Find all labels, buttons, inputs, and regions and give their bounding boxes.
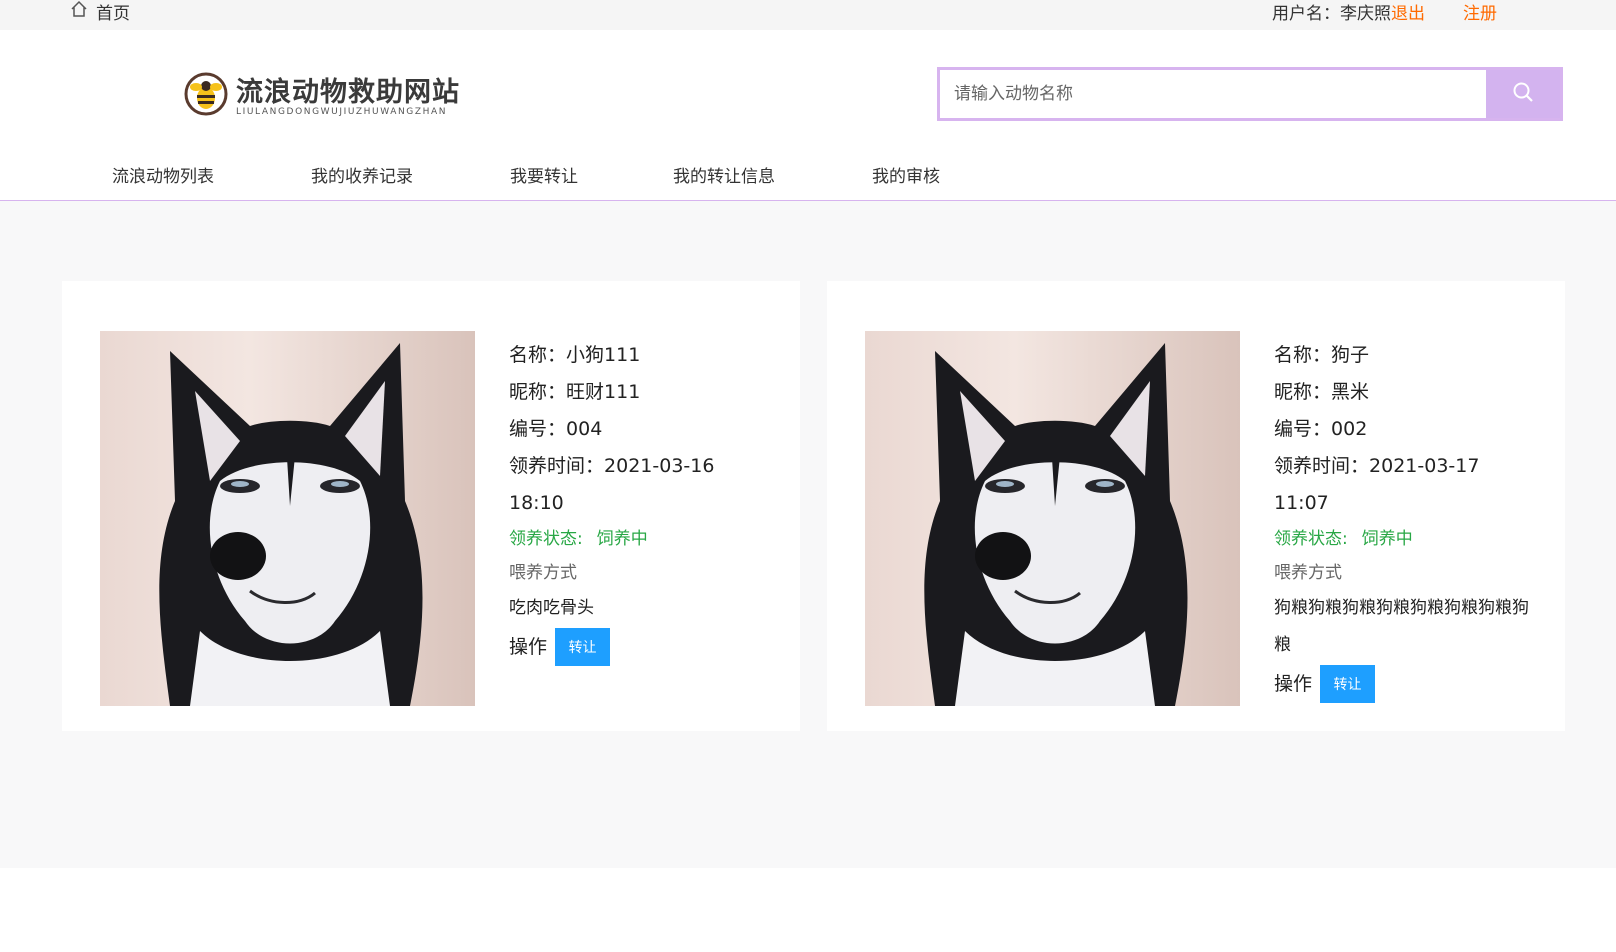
nickname-row: 昵称：黑米: [1274, 374, 1536, 411]
adopt-time-label: 领养时间：: [509, 455, 605, 477]
site-title: 流浪动物救助网站: [236, 77, 460, 108]
adopt-status-row: 领养状态: 饲养中: [509, 522, 771, 557]
operation-row: 操作 转让: [1274, 665, 1536, 703]
animal-photo: [100, 331, 475, 706]
animal-nickname: 旺财111: [566, 381, 641, 403]
main-nav: 流浪动物列表 我的收养记录 我要转让 我的转让信息 我的审核: [0, 162, 1616, 201]
name-row: 名称：狗子: [1274, 337, 1536, 374]
operation-label: 操作: [1274, 672, 1313, 695]
feed-method-label: 喂养方式: [1274, 563, 1342, 583]
site-subtitle: LIULANGDONGWUJIUZHUWANGZHAN: [236, 107, 448, 117]
name-label: 名称：: [1274, 344, 1332, 366]
nav-item-adoption-records[interactable]: 我的收养记录: [311, 162, 413, 187]
bee-logo-icon: [184, 72, 228, 116]
transfer-button[interactable]: 转让: [555, 628, 611, 666]
nav-item-my-transfers[interactable]: 我的转让信息: [673, 162, 775, 187]
transfer-button[interactable]: 转让: [1320, 665, 1376, 703]
logout-link[interactable]: 退出: [1391, 0, 1425, 24]
name-row: 名称：小狗111: [509, 337, 771, 374]
nickname-row: 昵称：旺财111: [509, 374, 771, 411]
animal-photo: [865, 331, 1240, 706]
animal-info: 名称：小狗111 昵称：旺财111 编号：004 领养时间：2021-03-16…: [509, 337, 771, 666]
home-label: 首页: [96, 3, 130, 24]
operation-row: 操作 转让: [509, 628, 771, 666]
number-row: 编号：004: [509, 411, 771, 448]
register-link[interactable]: 注册: [1463, 0, 1497, 24]
status-badge: 饲养中: [596, 529, 648, 549]
animal-name: 小狗111: [566, 344, 641, 366]
search-icon: [1512, 81, 1534, 107]
home-icon: [70, 0, 96, 23]
feed-method: 吃肉吃骨头: [509, 598, 594, 618]
nav-item-transfer[interactable]: 我要转让: [510, 162, 578, 187]
adopt-time-row: 领养时间：2021-03-17 11:07: [1274, 448, 1536, 522]
status-badge: 饲养中: [1361, 529, 1413, 549]
animal-number: 002: [1331, 418, 1368, 440]
feed-method-label: 喂养方式: [509, 563, 577, 583]
feed-method: 狗粮狗粮狗粮狗粮狗粮狗粮狗粮狗粮: [1274, 598, 1529, 655]
husky-dog-icon: [159, 343, 423, 706]
operation-label: 操作: [509, 635, 548, 658]
adopt-time-row: 领养时间：2021-03-16 18:10: [509, 448, 771, 522]
number-label: 编号：: [1274, 418, 1332, 440]
nav-item-my-reviews[interactable]: 我的审核: [872, 162, 940, 187]
animal-card: 名称：狗子 昵称：黑米 编号：002 领养时间：2021-03-17 11:07…: [827, 281, 1565, 731]
nickname-label: 昵称：: [509, 381, 567, 403]
username: 李庆照: [1340, 3, 1391, 24]
number-label: 编号：: [509, 418, 567, 440]
search-button[interactable]: [1486, 70, 1560, 118]
animal-info: 名称：狗子 昵称：黑米 编号：002 领养时间：2021-03-17 11:07…: [1274, 337, 1536, 703]
home-link[interactable]: 首页: [70, 0, 130, 24]
animal-card: 名称：小狗111 昵称：旺财111 编号：004 领养时间：2021-03-16…: [62, 281, 800, 731]
animal-number: 004: [566, 418, 603, 440]
username-prefix: 用户名：: [1272, 3, 1340, 24]
search-box: [937, 67, 1563, 121]
adopt-status-label: 领养状态:: [1274, 529, 1348, 549]
site-logo[interactable]: 流浪动物救助网站 LIULANGDONGWUJIUZHUWANGZHAN: [184, 70, 469, 120]
name-label: 名称：: [509, 344, 567, 366]
animal-nickname: 黑米: [1331, 381, 1370, 403]
adopt-time-label: 领养时间：: [1274, 455, 1370, 477]
search-input[interactable]: [940, 70, 1486, 118]
nickname-label: 昵称：: [1274, 381, 1332, 403]
adopt-status-row: 领养状态: 饲养中: [1274, 522, 1536, 557]
husky-dog-icon: [924, 343, 1188, 706]
animal-name: 狗子: [1331, 344, 1370, 366]
number-row: 编号：002: [1274, 411, 1536, 448]
user-area: 用户名： 李庆照 退出 注册: [1272, 0, 1497, 24]
nav-item-animal-list[interactable]: 流浪动物列表: [112, 162, 214, 187]
main-content: 名称：小狗111 昵称：旺财111 编号：004 领养时间：2021-03-16…: [0, 201, 1616, 868]
adopt-status-label: 领养状态:: [509, 529, 583, 549]
top-bar: 首页 用户名： 李庆照 退出 注册: [0, 0, 1616, 30]
